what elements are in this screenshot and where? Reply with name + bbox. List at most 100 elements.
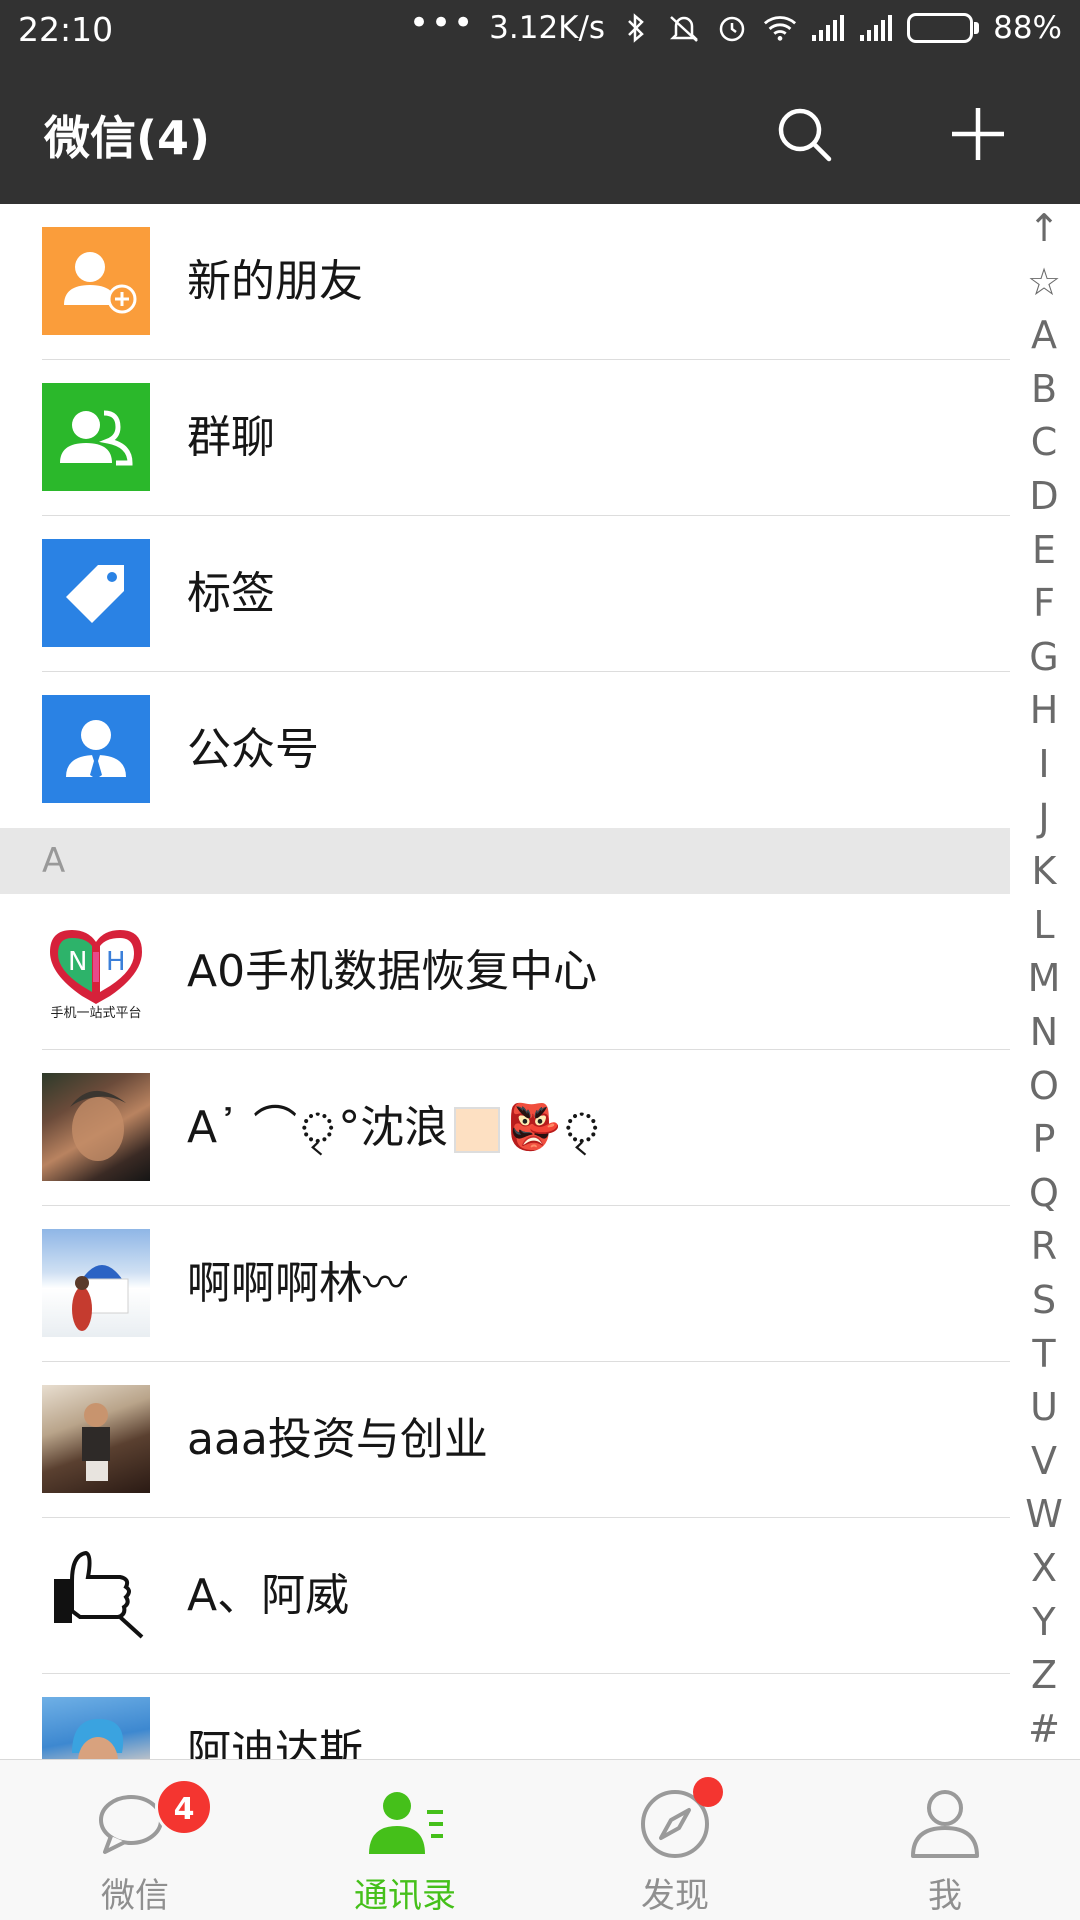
- battery-icon: [907, 13, 980, 43]
- index-letter[interactable]: A: [1008, 311, 1080, 359]
- status-bar: 22:10 ••• 3.12K/s 88%: [0, 0, 1080, 64]
- index-letter[interactable]: I: [1008, 740, 1080, 788]
- list-item-label: 公众号: [187, 724, 319, 775]
- tab-label: 我: [928, 1876, 962, 1916]
- contact-row[interactable]: 阿迪达斯: [0, 1674, 1010, 1759]
- alarm-icon: [715, 13, 749, 43]
- goblin-emoji: 👺: [506, 1102, 562, 1153]
- index-letter[interactable]: F: [1008, 579, 1080, 627]
- list-item-label: 标签: [187, 568, 275, 619]
- index-letter[interactable]: Z: [1008, 1651, 1080, 1699]
- tab-me[interactable]: 我: [810, 1760, 1080, 1920]
- tab-label: 微信: [101, 1876, 169, 1916]
- official-account-icon: [42, 695, 150, 803]
- plus-icon: [952, 108, 1004, 160]
- add-friend-icon: [42, 227, 150, 335]
- section-header: A: [0, 828, 1010, 894]
- contact-name: A0手机数据恢复中心: [187, 946, 598, 997]
- new-content-dot: [693, 1777, 723, 1807]
- unread-badge: 4: [155, 1778, 213, 1836]
- list-item-new-friends[interactable]: 新的朋友: [0, 204, 1010, 360]
- search-button[interactable]: [766, 96, 842, 172]
- index-letter[interactable]: W: [1008, 1490, 1080, 1538]
- avatar-logo-text: 手机一站式平台: [50, 1005, 142, 1021]
- bluetooth-icon: [619, 13, 653, 43]
- tab-chats[interactable]: 4 微信: [0, 1760, 270, 1920]
- index-letter[interactable]: N: [1008, 1008, 1080, 1056]
- contact-row[interactable]: A᾿ ⌒ৃ°沈浪 👺ৃ: [0, 1050, 1010, 1206]
- person-icon: [911, 1790, 979, 1858]
- index-letter[interactable]: C: [1008, 418, 1080, 466]
- contact-row[interactable]: 啊啊啊林〰: [0, 1206, 1010, 1362]
- page-title: 微信(4): [44, 111, 211, 165]
- index-letter[interactable]: J: [1008, 794, 1080, 842]
- contacts-icon: [369, 1792, 443, 1854]
- index-letter[interactable]: R: [1008, 1222, 1080, 1270]
- contact-name: 啊啊啊林〰: [187, 1258, 407, 1309]
- index-letter[interactable]: Q: [1008, 1169, 1080, 1217]
- list-item-group-chats[interactable]: 群聊: [0, 360, 1010, 516]
- avatar: [42, 1697, 150, 1759]
- more-dots-icon: •••: [408, 3, 476, 43]
- app-header: 微信(4): [0, 64, 1080, 204]
- contact-list[interactable]: 新的朋友 群聊 标签 公众号 A NH 手机一站式平台 A0手机数据恢复中心 A…: [0, 204, 1010, 1759]
- group-chat-icon: [42, 383, 150, 491]
- signal-icon: [811, 13, 845, 43]
- bottom-nav: 4 微信 通讯录 发现 我: [0, 1759, 1080, 1920]
- contact-name: 阿迪达斯: [187, 1726, 363, 1759]
- list-item-tags[interactable]: 标签: [0, 516, 1010, 672]
- index-letter[interactable]: K: [1008, 847, 1080, 895]
- index-letter[interactable]: U: [1008, 1383, 1080, 1431]
- list-item-label: 群聊: [187, 412, 275, 463]
- index-letter[interactable]: S: [1008, 1276, 1080, 1324]
- list-item-official-accounts[interactable]: 公众号: [0, 672, 1010, 828]
- contact-row[interactable]: aaa投资与创业: [0, 1362, 1010, 1518]
- index-letter[interactable]: B: [1008, 365, 1080, 413]
- status-time: 22:10: [18, 10, 114, 49]
- index-letter[interactable]: M: [1008, 954, 1080, 1002]
- decoration-glyph: ৃ: [561, 1102, 603, 1153]
- avatar: [42, 1229, 150, 1337]
- search-icon: [778, 108, 832, 162]
- contact-row[interactable]: A、阿威: [0, 1518, 1010, 1674]
- index-letter[interactable]: #: [1008, 1705, 1080, 1753]
- tab-discover[interactable]: 发现: [540, 1760, 810, 1920]
- network-speed: 3.12K/s: [489, 10, 606, 46]
- add-button[interactable]: [940, 96, 1016, 172]
- contact-row[interactable]: NH 手机一站式平台 A0手机数据恢复中心: [0, 894, 1010, 1050]
- index-letter[interactable]: G: [1008, 633, 1080, 681]
- tab-contacts[interactable]: 通讯录: [270, 1760, 540, 1920]
- index-letter[interactable]: L: [1008, 901, 1080, 949]
- avatar: [42, 1073, 150, 1181]
- index-letter[interactable]: ☆: [1008, 258, 1080, 306]
- avatar: NH 手机一站式平台: [42, 917, 150, 1025]
- svg-text:N: N: [68, 947, 87, 977]
- list-item-label: 新的朋友: [187, 256, 363, 307]
- index-letter[interactable]: T: [1008, 1330, 1080, 1378]
- index-letter[interactable]: P: [1008, 1115, 1080, 1163]
- index-letter[interactable]: ↑: [1008, 204, 1080, 252]
- contact-name: aaa投资与创业: [187, 1414, 488, 1465]
- tab-label: 通讯录: [354, 1876, 456, 1916]
- avatar: [42, 1541, 150, 1649]
- contact-name: A᾿ ⌒ৃ°沈浪 👺ৃ: [187, 1050, 602, 1206]
- status-icons: ••• 3.12K/s 88%: [409, 3, 1062, 46]
- index-letter[interactable]: H: [1008, 686, 1080, 734]
- index-letter[interactable]: D: [1008, 472, 1080, 520]
- avatar: [42, 1385, 150, 1493]
- index-letter[interactable]: X: [1008, 1544, 1080, 1592]
- index-letter[interactable]: O: [1008, 1062, 1080, 1110]
- color-square: [454, 1107, 501, 1153]
- mute-icon: [667, 13, 701, 43]
- index-letter[interactable]: E: [1008, 526, 1080, 574]
- battery-percent: 88%: [993, 10, 1062, 46]
- tag-icon: [42, 539, 150, 647]
- contact-name: A、阿威: [187, 1570, 350, 1621]
- signal-icon: [859, 13, 893, 43]
- contact-name-text: A᾿ ⌒ৃ°沈浪: [187, 1102, 449, 1153]
- alphabet-index-bar[interactable]: ↑ ☆ A B C D E F G H I J K L M N O P Q R S T U V W X Y Z #: [1008, 204, 1080, 1759]
- index-letter[interactable]: Y: [1008, 1598, 1080, 1646]
- index-letter[interactable]: V: [1008, 1437, 1080, 1485]
- tab-label: 发现: [641, 1876, 709, 1916]
- wifi-icon: [763, 13, 797, 43]
